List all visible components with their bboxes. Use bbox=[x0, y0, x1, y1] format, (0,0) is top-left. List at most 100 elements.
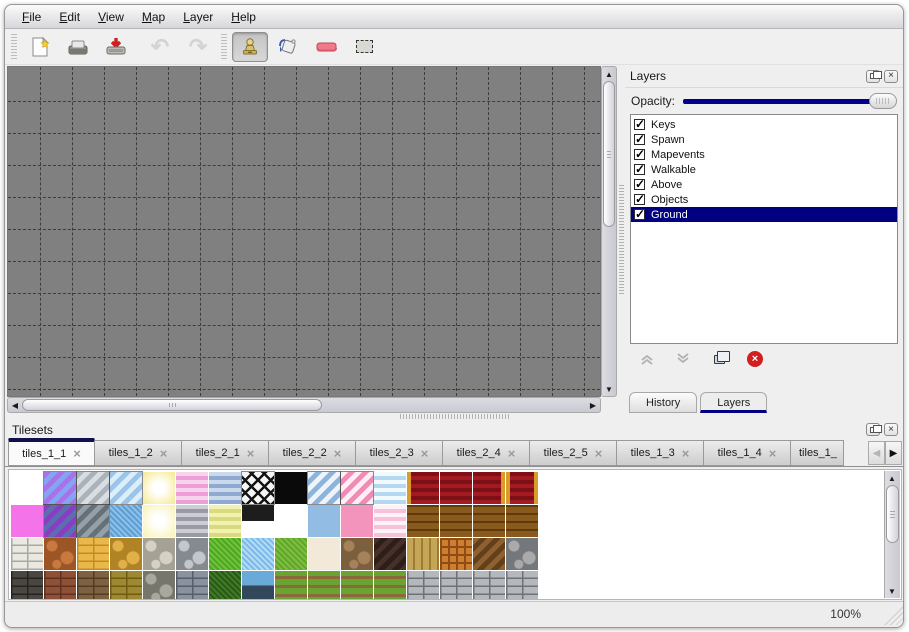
tileset-tab-tiles_2_5[interactable]: tiles_2_5× bbox=[530, 440, 617, 466]
move-layer-up-button[interactable] bbox=[637, 349, 657, 369]
tile-dark-panel[interactable] bbox=[242, 505, 274, 521]
tileset-tab-tiles_2_1[interactable]: tiles_2_1× bbox=[182, 440, 269, 466]
tile-gray-planks[interactable] bbox=[473, 571, 505, 600]
tile-blue-streak[interactable] bbox=[308, 472, 340, 504]
tile-purple-glass[interactable] bbox=[44, 472, 76, 504]
tile-green-grass-2[interactable] bbox=[275, 538, 307, 570]
tile-gold-flagstone[interactable] bbox=[110, 538, 142, 570]
tile-empty[interactable] bbox=[11, 472, 43, 504]
opacity-slider-track[interactable] bbox=[683, 99, 893, 104]
tile-blue-stripes[interactable] bbox=[209, 472, 241, 504]
tab-close-icon[interactable]: × bbox=[160, 447, 168, 460]
scroll-right-icon[interactable]: ▶ bbox=[586, 398, 600, 412]
tile-dark-shingles[interactable] bbox=[374, 538, 406, 570]
tab-close-icon[interactable]: × bbox=[595, 447, 603, 460]
layer-visible-checkbox[interactable]: ✓ bbox=[634, 194, 645, 205]
tab-scroll-left-icon[interactable]: ◀ bbox=[868, 441, 885, 465]
tile-olive-stripes[interactable] bbox=[209, 505, 241, 537]
tile-basket-weave[interactable] bbox=[440, 538, 472, 570]
tab-scroll-right-icon[interactable]: ▶ bbox=[885, 441, 902, 465]
scroll-down-icon[interactable]: ▼ bbox=[602, 382, 616, 396]
tile-water-edge[interactable] bbox=[242, 571, 274, 600]
opacity-slider[interactable] bbox=[683, 93, 897, 109]
tile-blue-glass[interactable] bbox=[110, 472, 142, 504]
move-layer-down-button[interactable] bbox=[673, 349, 693, 369]
palette-scroll-thumb[interactable] bbox=[886, 485, 899, 543]
select-tool-button[interactable] bbox=[346, 32, 382, 62]
tile-red-brick-wall[interactable] bbox=[44, 571, 76, 600]
tab-close-icon[interactable]: × bbox=[421, 447, 429, 460]
layer-item-objects[interactable]: ✓Objects bbox=[631, 192, 897, 207]
tile-red-carpet[interactable] bbox=[440, 472, 472, 504]
close-tilesets-icon[interactable]: × bbox=[884, 423, 898, 436]
tileset-tab-tiles_2_3[interactable]: tiles_2_3× bbox=[356, 440, 443, 466]
menu-file[interactable]: File bbox=[13, 7, 50, 27]
layer-visible-checkbox[interactable]: ✓ bbox=[634, 119, 645, 130]
resize-grip[interactable] bbox=[883, 605, 903, 625]
menu-layer[interactable]: Layer bbox=[174, 7, 222, 27]
tile-gray-planks[interactable] bbox=[440, 571, 472, 600]
tile-cream-tile[interactable] bbox=[308, 538, 340, 570]
tileset-tab-tiles_1_3[interactable]: tiles_1_3× bbox=[617, 440, 704, 466]
layer-visible-checkbox[interactable]: ✓ bbox=[634, 134, 645, 145]
tile-herringbone[interactable] bbox=[473, 538, 505, 570]
layer-visible-checkbox[interactable]: ✓ bbox=[634, 149, 645, 160]
palette-scrollbar[interactable]: ▲ ▼ bbox=[884, 471, 900, 598]
tile-pink-plain[interactable] bbox=[341, 505, 373, 537]
duplicate-layer-button[interactable] bbox=[709, 349, 729, 369]
tile-grass-rows[interactable] bbox=[341, 571, 373, 600]
eraser-tool-button[interactable] bbox=[308, 32, 344, 62]
tab-close-icon[interactable]: × bbox=[682, 447, 690, 460]
tileset-tab-tiles_2_4[interactable]: tiles_2_4× bbox=[443, 440, 530, 466]
layer-item-above[interactable]: ✓Above bbox=[631, 177, 897, 192]
tile-green-grass[interactable] bbox=[209, 538, 241, 570]
tile-gray-pebbles[interactable] bbox=[143, 538, 175, 570]
tile-water-sparkle[interactable] bbox=[242, 538, 274, 570]
tab-close-icon[interactable]: × bbox=[247, 447, 255, 460]
tile-grass-rows[interactable] bbox=[374, 571, 406, 600]
horizontal-splitter[interactable] bbox=[5, 413, 904, 420]
scroll-up-icon[interactable]: ▲ bbox=[602, 67, 616, 81]
open-file-button[interactable] bbox=[60, 32, 96, 62]
canvas-vscroll-thumb[interactable] bbox=[603, 81, 615, 227]
tileset-tab-tiles_2_2[interactable]: tiles_2_2× bbox=[269, 440, 356, 466]
tile-gray-brick-wall[interactable] bbox=[176, 571, 208, 600]
palette-scroll-down-icon[interactable]: ▼ bbox=[885, 584, 899, 598]
tile-wood-planks[interactable] bbox=[473, 505, 505, 537]
fill-tool-button[interactable] bbox=[270, 32, 306, 62]
close-panel-icon[interactable]: × bbox=[884, 70, 898, 83]
tile-brown-brick-wall[interactable] bbox=[77, 571, 109, 600]
canvas-hscroll-thumb[interactable] bbox=[22, 399, 322, 411]
tile-magenta[interactable] bbox=[11, 505, 43, 537]
tileset-tab-tiles_1_4[interactable]: tiles_1_4× bbox=[704, 440, 791, 466]
tile-empty[interactable] bbox=[275, 505, 307, 537]
tile-purple-glass-dark[interactable] bbox=[44, 505, 76, 537]
tile-gray-stones[interactable] bbox=[176, 538, 208, 570]
tile-pink-stripes[interactable] bbox=[176, 472, 208, 504]
tile-wood-planks[interactable] bbox=[506, 505, 538, 537]
tile-lattice[interactable] bbox=[242, 472, 274, 504]
save-file-button[interactable] bbox=[98, 32, 134, 62]
float-panel-icon[interactable] bbox=[866, 70, 880, 83]
tile-blue-wave[interactable] bbox=[374, 472, 406, 504]
tile-grass-rows[interactable] bbox=[275, 571, 307, 600]
tile-pink-wave[interactable] bbox=[374, 505, 406, 537]
palette-scroll-up-icon[interactable]: ▲ bbox=[885, 471, 899, 485]
tile-pink-streak[interactable] bbox=[341, 472, 373, 504]
tab-close-icon[interactable]: × bbox=[769, 447, 777, 460]
layer-item-ground[interactable]: ✓Ground bbox=[631, 207, 897, 222]
tile-log-ends[interactable] bbox=[506, 538, 538, 570]
tile-gold-tiles[interactable] bbox=[77, 538, 109, 570]
tile-water-rough[interactable] bbox=[110, 505, 142, 537]
tile-dirt-gravel[interactable] bbox=[341, 538, 373, 570]
tile-gray-glass[interactable] bbox=[77, 472, 109, 504]
undo-button[interactable]: ↶ bbox=[142, 32, 178, 62]
tile-red-carpet-right[interactable] bbox=[473, 472, 505, 504]
float-tilesets-icon[interactable] bbox=[866, 423, 880, 436]
layer-visible-checkbox[interactable]: ✓ bbox=[634, 179, 645, 190]
layer-item-keys[interactable]: ✓Keys bbox=[631, 117, 897, 132]
scroll-left-icon[interactable]: ◀ bbox=[8, 398, 22, 412]
tile-dark-brick-wall[interactable] bbox=[11, 571, 43, 600]
delete-layer-button[interactable]: × bbox=[745, 349, 765, 369]
tile-grass-rows[interactable] bbox=[308, 571, 340, 600]
